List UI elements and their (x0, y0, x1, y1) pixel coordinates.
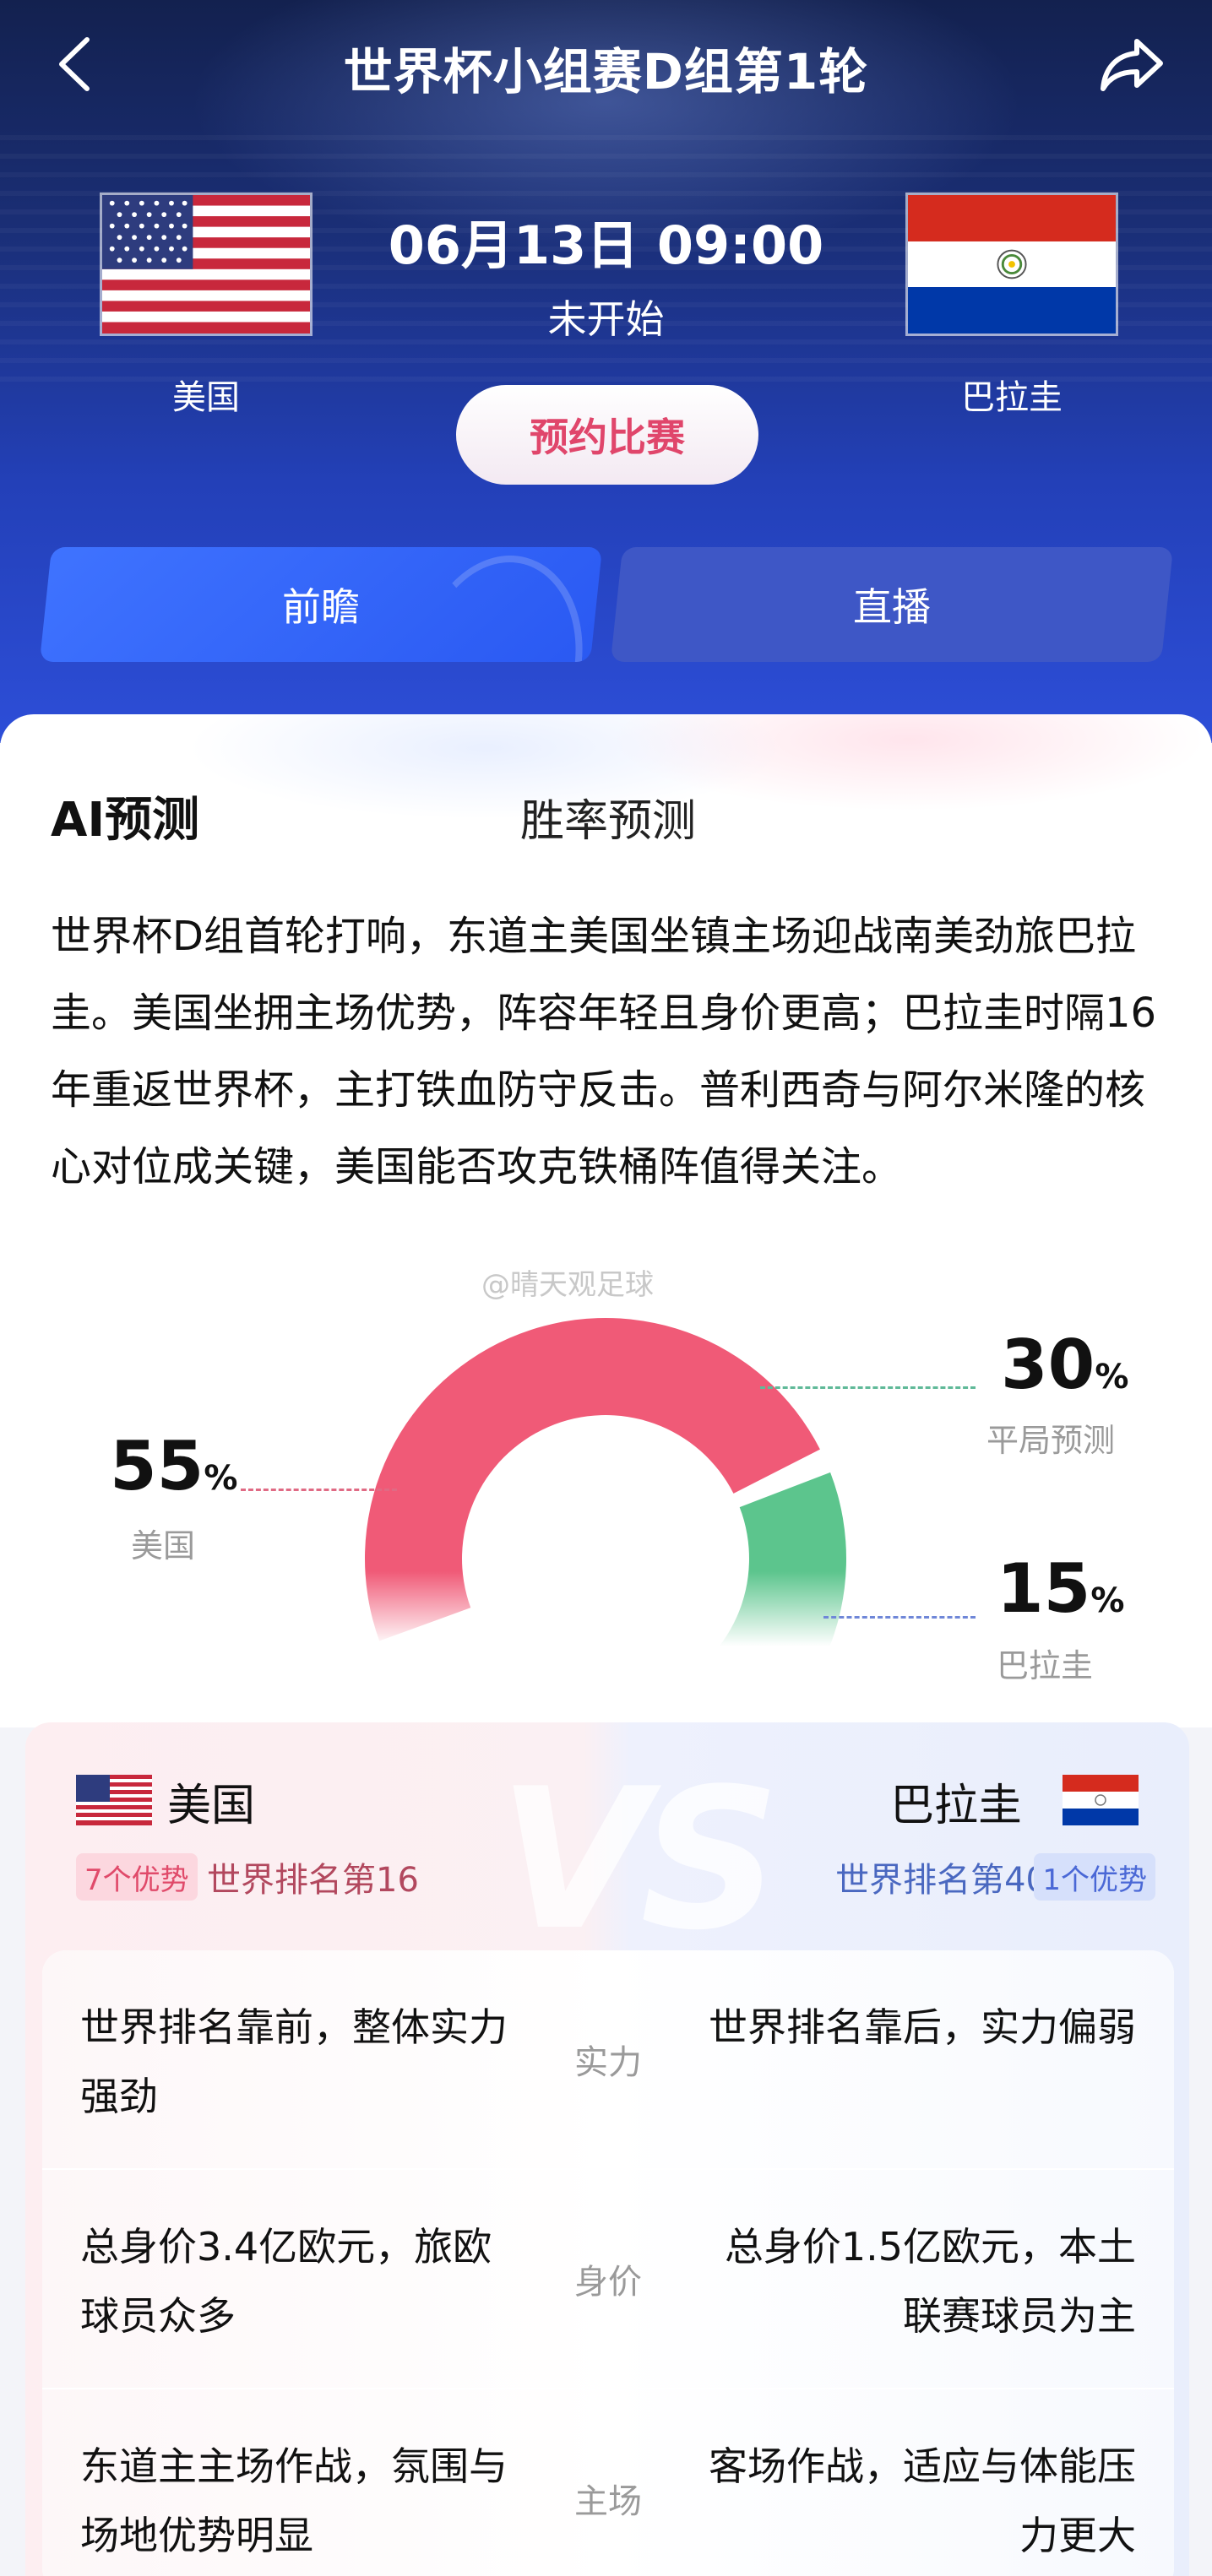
home-win-value: 55 (110, 1427, 204, 1505)
away-world-rank: 世界排名第40 (835, 1861, 1047, 1900)
vs-watermark: VS (498, 1748, 780, 1973)
ai-analysis-text: 世界杯D组首轮打响，东道主美国坐镇主场迎战南美劲旅巴拉圭。美国坐拥主场优势，阵容… (51, 913, 1157, 1190)
page-title: 世界杯小组赛D组第1轮 (343, 43, 869, 100)
paraguay-flag-small (1063, 1775, 1139, 1825)
tab-preview-label: 前瞻 (282, 584, 360, 630)
home-world-rank: 世界排名第16 (207, 1861, 419, 1900)
draw-label: 平局预测 (986, 1422, 1116, 1459)
comparison-row: 世界排名靠前，整体实力强劲 实力 世界排名靠后，实力偏弱 (42, 1950, 1174, 2168)
away-win-label: 巴拉圭 (997, 1647, 1094, 1684)
comparison-category: 身价 (574, 2263, 642, 2302)
home-team-name: 美国 (172, 378, 240, 417)
share-icon (1101, 39, 1163, 91)
comparison-row: 总身价3.4亿欧元，旅欧球员众多 身价 总身价1.5亿欧元，本土联赛球员为主 (42, 2170, 1174, 2388)
away-point: 客场作战，适应与体能压力更大 (709, 2443, 1136, 2558)
home-point: 总身价3.4亿欧元，旅欧球员众多 (80, 2224, 492, 2339)
away-point: 总身价1.5亿欧元，本土联赛球员为主 (724, 2224, 1136, 2339)
home-win-percent: 55% (110, 1427, 237, 1505)
comparison-row: 东道主主场作战，氛围与场地优势明显 主场 客场作战，适应与体能压力更大 (42, 2389, 1174, 2576)
home-point: 世界排名靠前，整体实力强劲 (80, 2004, 508, 2119)
home-point: 东道主主场作战，氛围与场地优势明显 (80, 2443, 508, 2558)
draw-percent: 30% (1001, 1326, 1128, 1404)
home-team-label: 美国 (167, 1781, 256, 1831)
away-win-value: 15 (997, 1549, 1091, 1628)
match-header: 世界杯小组赛D组第1轮 美国 06月13日 09:00 未开始 巴拉圭 预约比赛… (0, 0, 1212, 743)
tab-live[interactable]: 直播 (610, 547, 1174, 662)
home-win-label: 美国 (131, 1527, 196, 1565)
ai-section-title: AI预测 (51, 793, 200, 848)
paraguay-flag (905, 193, 1118, 336)
team-comparison-card: VS 美国 巴拉圭 7个优势 世界排名第16 世界排名第40 1个优势 世界排名… (25, 1722, 1189, 2576)
away-win-percent: 15% (997, 1549, 1124, 1628)
watermark: @晴天观足球 (481, 1268, 654, 1302)
home-leader-line (241, 1489, 397, 1491)
win-rate-donut-chart (364, 1317, 846, 1646)
tab-preview[interactable]: 前瞻 (39, 547, 603, 662)
comparison-category: 实力 (574, 2043, 642, 2082)
usa-flag-small (76, 1775, 152, 1825)
away-advantage-badge: 1个优势 (1034, 1853, 1155, 1901)
away-point: 世界排名靠后，实力偏弱 (709, 2004, 1136, 2050)
away-team-label: 巴拉圭 (889, 1781, 1022, 1831)
draw-value: 30 (1001, 1326, 1095, 1404)
home-advantage-badge: 7个优势 (76, 1853, 198, 1901)
away-leader-line (823, 1616, 976, 1619)
comparison-category: 主场 (574, 2482, 642, 2521)
away-win-unit: % (1090, 1581, 1125, 1620)
tab-live-label: 直播 (853, 584, 931, 630)
share-button[interactable] (1094, 30, 1170, 98)
draw-leader-line (760, 1386, 976, 1389)
comparison-table: 世界排名靠前，整体实力强劲 实力 世界排名靠后，实力偏弱 总身价3.4亿欧元，旅… (42, 1950, 1174, 2576)
draw-unit: % (1095, 1358, 1129, 1396)
away-team-name: 巴拉圭 (961, 378, 1063, 417)
home-win-unit: % (204, 1459, 238, 1498)
reserve-match-button[interactable]: 预约比赛 (456, 385, 758, 485)
draw-segment (719, 1472, 846, 1646)
donut-center-label: 胜率预测 (519, 796, 696, 847)
